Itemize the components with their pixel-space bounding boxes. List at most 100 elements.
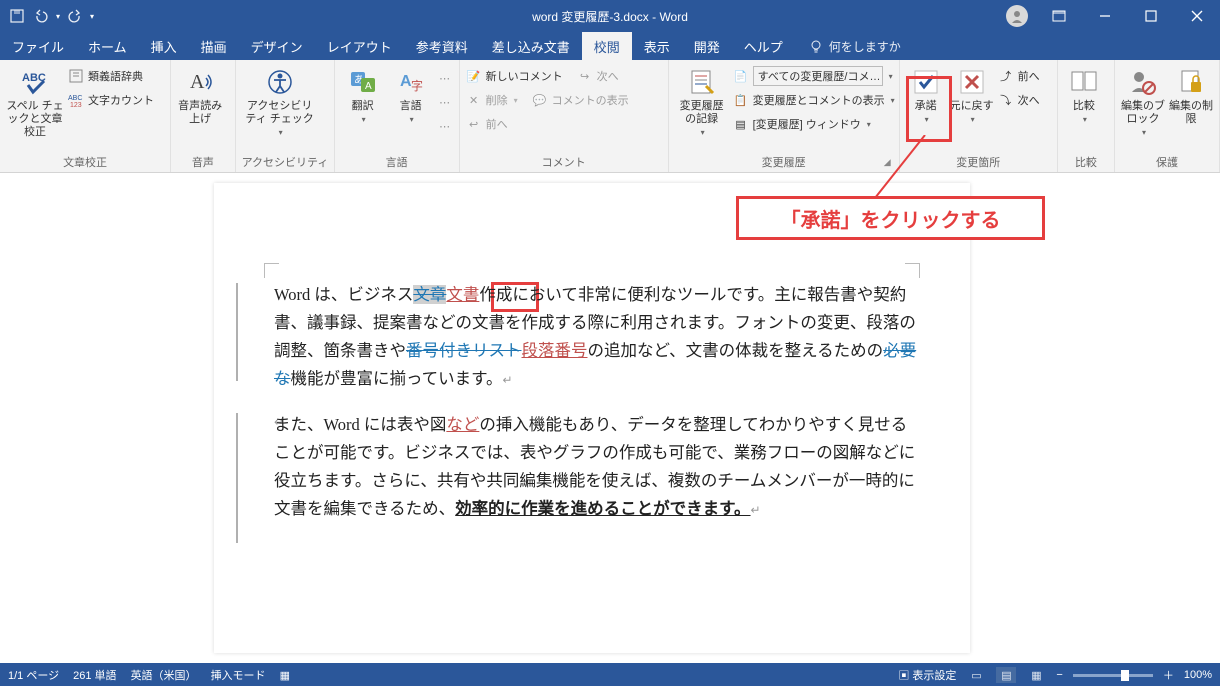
tell-me-search[interactable]: 何をしますか: [795, 32, 901, 60]
translate-icon: あA: [347, 66, 379, 98]
accept-icon: [910, 66, 942, 98]
lang-btn-2: ⋯: [437, 92, 453, 112]
group-language: あA 翻訳▾ A字 言語▾ ⋯ ⋯ ⋯ 言語: [335, 60, 460, 172]
minimize-button[interactable]: [1082, 0, 1128, 32]
tab-mailings[interactable]: 差し込み文書: [480, 32, 582, 60]
spell-check-icon: ABC: [19, 66, 51, 98]
group-proofing: ABC スペル チェックと文章校正 類義語辞典 ABC123文字カウント 文章校…: [0, 60, 171, 172]
reject-icon: [956, 66, 988, 98]
status-page[interactable]: 1/1 ページ: [8, 667, 59, 683]
tab-references[interactable]: 参考資料: [404, 32, 480, 60]
next-icon: ↪: [577, 68, 593, 84]
view-read-icon[interactable]: ▭: [966, 667, 986, 683]
tab-home[interactable]: ホーム: [76, 32, 139, 60]
macro-icon[interactable]: ▦: [280, 669, 290, 682]
translate-button[interactable]: あA 翻訳▾: [341, 64, 385, 124]
lang-btn-1: ⋯: [437, 68, 453, 88]
undo-icon[interactable]: [32, 7, 50, 25]
language-button[interactable]: A字 言語▾: [389, 64, 433, 124]
dialog-launcher-icon[interactable]: ◢: [884, 157, 891, 168]
svg-text:A: A: [365, 81, 372, 92]
crop-mark-tl: [264, 263, 279, 278]
zoom-out-button[interactable]: −: [1056, 669, 1062, 681]
next-comment-button: ↪次へ: [577, 66, 619, 86]
word-count-icon: ABC123: [68, 92, 84, 108]
pane-icon: ▤: [733, 116, 749, 132]
group-protect: 編集のブロック▾ 編集の制限 保護: [1115, 60, 1220, 172]
status-mode[interactable]: 挿入モード: [211, 667, 266, 683]
svg-text:ABC: ABC: [68, 95, 82, 102]
tell-me-label: 何をしますか: [829, 38, 901, 55]
ribbon-display-icon[interactable]: [1036, 0, 1082, 32]
restrict-icon: [1175, 66, 1207, 98]
show-comments-button: 💬コメントの表示: [532, 90, 629, 110]
tab-layout[interactable]: レイアウト: [315, 32, 404, 60]
group-speech: A 音声読み上げ 音声: [171, 60, 235, 172]
new-comment-button[interactable]: 📝新しいコメント: [466, 66, 563, 86]
maximize-button[interactable]: [1128, 0, 1174, 32]
tab-help[interactable]: ヘルプ: [732, 32, 795, 60]
accept-button[interactable]: 承諾▾: [906, 64, 946, 124]
tab-draw[interactable]: 描画: [189, 32, 239, 60]
track-changes-button[interactable]: 変更履歴の記録▾: [675, 64, 729, 137]
group-speech-label: 音声: [177, 152, 228, 170]
lightbulb-icon: [809, 39, 823, 53]
reject-button[interactable]: 元に戻す▾: [950, 64, 994, 124]
tab-view[interactable]: 表示: [632, 32, 682, 60]
ribbon: ABC スペル チェックと文章校正 類義語辞典 ABC123文字カウント 文章校…: [0, 60, 1220, 173]
qat-customize-icon[interactable]: ▾: [90, 12, 94, 21]
compare-button[interactable]: 比較▾: [1064, 64, 1104, 124]
paragraph-1: Word は、ビジネス文章文書作成において非常に便利なツールです。主に報告書や契…: [274, 281, 920, 393]
svg-text:A: A: [190, 71, 205, 93]
document-content[interactable]: Word は、ビジネス文章文書作成において非常に便利なツールです。主に報告書や契…: [274, 281, 920, 537]
zoom-slider[interactable]: [1073, 674, 1153, 677]
title-bar: ▾ ▾ word 変更履歴-3.docx - Word: [0, 0, 1220, 32]
group-tracking: 変更履歴の記録▾ 📄すべての変更履歴/コメ…▾ 📋変更履歴とコメントの表示▾ ▤…: [669, 60, 900, 172]
prev-change-button[interactable]: ⤴前へ: [998, 66, 1040, 86]
status-language[interactable]: 英語（米国）: [131, 667, 197, 683]
tab-review[interactable]: 校閲: [582, 32, 632, 60]
restrict-editing-button[interactable]: 編集の制限: [1169, 64, 1213, 126]
zoom-level[interactable]: 100%: [1184, 669, 1212, 681]
block-authors-icon: [1127, 66, 1159, 98]
lang-btn-3: ⋯: [437, 116, 453, 136]
read-aloud-button[interactable]: A 音声読み上げ: [177, 64, 223, 126]
tab-file[interactable]: ファイル: [0, 32, 76, 60]
show-markup-button[interactable]: 📋変更履歴とコメントの表示▾: [733, 90, 893, 110]
save-icon[interactable]: [8, 7, 26, 25]
ribbon-tabs: ファイル ホーム 挿入 描画 デザイン レイアウト 参考資料 差し込み文書 校閲…: [0, 32, 1220, 60]
document-area[interactable]: Word は、ビジネス文章文書作成において非常に便利なツールです。主に報告書や契…: [0, 173, 1220, 663]
svg-text:123: 123: [70, 102, 82, 108]
view-web-icon[interactable]: ▦: [1026, 667, 1046, 683]
compare-icon: [1068, 66, 1100, 98]
thesaurus-icon: [68, 68, 84, 84]
display-settings[interactable]: ▣ 表示設定: [898, 667, 956, 683]
close-button[interactable]: [1174, 0, 1220, 32]
status-words[interactable]: 261 単語: [73, 667, 116, 683]
tab-design[interactable]: デザイン: [239, 32, 315, 60]
tab-developer[interactable]: 開発: [682, 32, 732, 60]
crop-mark-tr: [905, 263, 920, 278]
group-compare: 比較▾ 比較: [1058, 60, 1115, 172]
prev-change-icon: ⤴: [998, 68, 1014, 84]
display-for-review-dropdown[interactable]: 📄すべての変更履歴/コメ…▾: [733, 66, 893, 86]
group-comments: 📝新しいコメント ↪次へ ✕削除▾ 💬コメントの表示 ↩前へ コメント: [460, 60, 669, 172]
status-bar: 1/1 ページ 261 単語 英語（米国） 挿入モード ▦ ▣ 表示設定 ▭ ▤…: [0, 663, 1220, 686]
block-authors-button[interactable]: 編集のブロック▾: [1121, 64, 1165, 137]
new-comment-icon: 📝: [466, 68, 482, 84]
redo-icon[interactable]: [66, 7, 84, 25]
word-count-button[interactable]: ABC123文字カウント: [68, 90, 154, 110]
language-icon: A字: [395, 66, 427, 98]
view-print-icon[interactable]: ▤: [996, 667, 1016, 683]
tab-insert[interactable]: 挿入: [139, 32, 189, 60]
user-avatar[interactable]: [1006, 5, 1028, 27]
accessibility-check-button[interactable]: アクセシビリティ チェック▾: [242, 64, 318, 137]
next-change-button[interactable]: ⤵次へ: [998, 90, 1040, 110]
thesaurus-button[interactable]: 類義語辞典: [68, 66, 154, 86]
reviewing-pane-button[interactable]: ▤[変更履歴] ウィンドウ▾: [733, 114, 893, 134]
group-proofing-label: 文章校正: [6, 152, 164, 170]
spell-check-button[interactable]: ABC スペル チェックと文章校正: [6, 64, 64, 140]
paragraph-2: また、Word には表や図などの挿入機能もあり、データを整理してわかりやすく見せ…: [274, 411, 920, 523]
zoom-in-button[interactable]: ＋: [1163, 667, 1174, 683]
undo-dropdown-icon[interactable]: ▾: [56, 12, 60, 21]
